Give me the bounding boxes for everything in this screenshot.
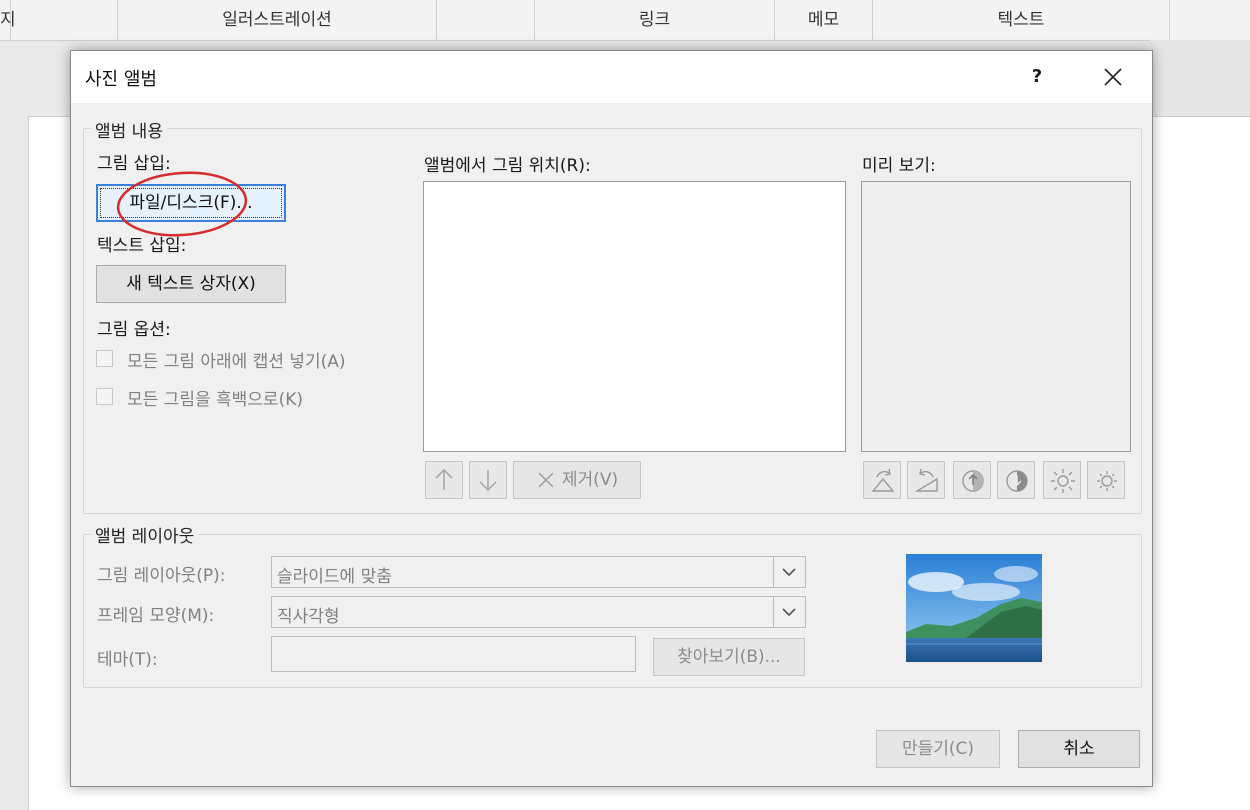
contrast-up-button[interactable] xyxy=(953,461,991,499)
new-text-box-button-label: 새 텍스트 상자(X) xyxy=(126,274,256,294)
cancel-button-label: 취소 xyxy=(1063,739,1095,759)
chevron-down-icon xyxy=(782,568,796,577)
focus-rect xyxy=(100,188,282,218)
bw-checkbox-label: 모든 그림을 흑백으로(K) xyxy=(127,390,303,410)
brightness-down-button[interactable] xyxy=(1087,461,1125,499)
bg-column-label: 링크 xyxy=(638,10,671,30)
brightness-down-icon xyxy=(1097,471,1117,491)
rotate-left-icon xyxy=(871,468,895,492)
bg-column-label: 메모 xyxy=(807,10,840,30)
file-disk-button[interactable]: 파일/디스크(F)... xyxy=(96,184,286,222)
picture-layout-combo[interactable]: 슬라이드에 맞춤 xyxy=(271,556,806,588)
new-text-box-button[interactable]: 새 텍스트 상자(X) xyxy=(96,265,286,303)
close-icon xyxy=(1104,68,1122,86)
bg-column-illustration: 일러스트레이션 xyxy=(118,0,437,40)
bg-column-blank2 xyxy=(437,0,535,40)
theme-input[interactable] xyxy=(271,636,636,672)
photo-album-dialog: 사진 앨범 ? 앨범 내용 그림 삽입: 파일/디스크(F)... 텍스트 삽입… xyxy=(70,50,1153,787)
move-up-button[interactable] xyxy=(425,461,463,499)
chevron-down-icon xyxy=(782,608,796,617)
close-button[interactable] xyxy=(1093,61,1133,93)
album-content-legend: 앨범 내용 xyxy=(91,117,167,142)
move-down-button[interactable] xyxy=(469,461,507,499)
preview-label: 미리 보기: xyxy=(862,156,936,176)
picture-layout-dropdown[interactable] xyxy=(773,557,805,587)
brightness-up-button[interactable] xyxy=(1043,461,1081,499)
picture-layout-label: 그림 레이아웃(P): xyxy=(97,566,226,586)
remove-button[interactable]: 제거(V) xyxy=(513,461,641,499)
picture-layout-value: 슬라이드에 맞춤 xyxy=(277,567,392,587)
insert-picture-label: 그림 삽입: xyxy=(97,154,171,174)
help-button[interactable]: ? xyxy=(1021,61,1053,93)
dialog-title: 사진 앨범 xyxy=(85,69,157,90)
brightness-up-icon xyxy=(1051,469,1075,493)
layout-preview-thumbnail xyxy=(906,554,1042,662)
frame-shape-combo[interactable]: 직사각형 xyxy=(271,596,806,628)
bg-column-blank xyxy=(10,0,118,40)
rotate-left-button[interactable] xyxy=(863,461,901,499)
preview-box xyxy=(861,181,1131,452)
dialog-titlebar: 사진 앨범 ? xyxy=(71,51,1152,103)
bw-checkbox[interactable] xyxy=(96,388,113,405)
remove-button-label: 제거(V) xyxy=(561,470,619,490)
browse-button[interactable]: 찾아보기(B)... xyxy=(653,638,805,676)
caption-checkbox-label: 모든 그림 아래에 캡션 넣기(A) xyxy=(127,352,346,372)
frame-shape-dropdown[interactable] xyxy=(773,597,805,627)
background-ribbon-header: 지 일러스트레이션 링크 메모 텍스트 xyxy=(0,0,1250,41)
cancel-button[interactable]: 취소 xyxy=(1018,730,1140,768)
theme-label: 테마(T): xyxy=(97,650,158,670)
browse-button-label: 찾아보기(B)... xyxy=(677,647,781,667)
contrast-down-button[interactable] xyxy=(997,461,1035,499)
bg-column-label: 텍스트 xyxy=(997,10,1045,30)
picture-options-label: 그림 옵션: xyxy=(97,320,171,340)
insert-text-label: 텍스트 삽입: xyxy=(97,236,187,256)
bg-column-link: 링크 xyxy=(535,0,775,40)
frame-shape-label: 프레임 모양(M): xyxy=(97,606,215,626)
frame-shape-value: 직사각형 xyxy=(277,607,340,627)
create-button-label: 만들기(C) xyxy=(901,739,975,759)
arrow-up-icon xyxy=(435,468,453,490)
rotate-right-icon xyxy=(914,468,938,492)
pictures-in-album-label: 앨범에서 그림 위치(R): xyxy=(424,156,591,176)
bg-column-text: 텍스트 xyxy=(873,0,1170,40)
contrast-up-icon xyxy=(962,470,984,492)
create-button[interactable]: 만들기(C) xyxy=(876,730,1000,768)
bg-column-label: 일러스트레이션 xyxy=(222,10,332,30)
remove-x-icon xyxy=(538,472,554,488)
background-panel xyxy=(1150,40,1250,116)
rotate-right-button[interactable] xyxy=(907,461,945,499)
bg-column-memo: 메모 xyxy=(775,0,873,40)
caption-checkbox[interactable] xyxy=(96,350,113,367)
arrow-down-icon xyxy=(479,470,497,492)
album-layout-legend: 앨범 레이아웃 xyxy=(91,522,199,547)
contrast-down-icon xyxy=(1006,470,1028,492)
pictures-in-album-list[interactable] xyxy=(423,181,846,452)
